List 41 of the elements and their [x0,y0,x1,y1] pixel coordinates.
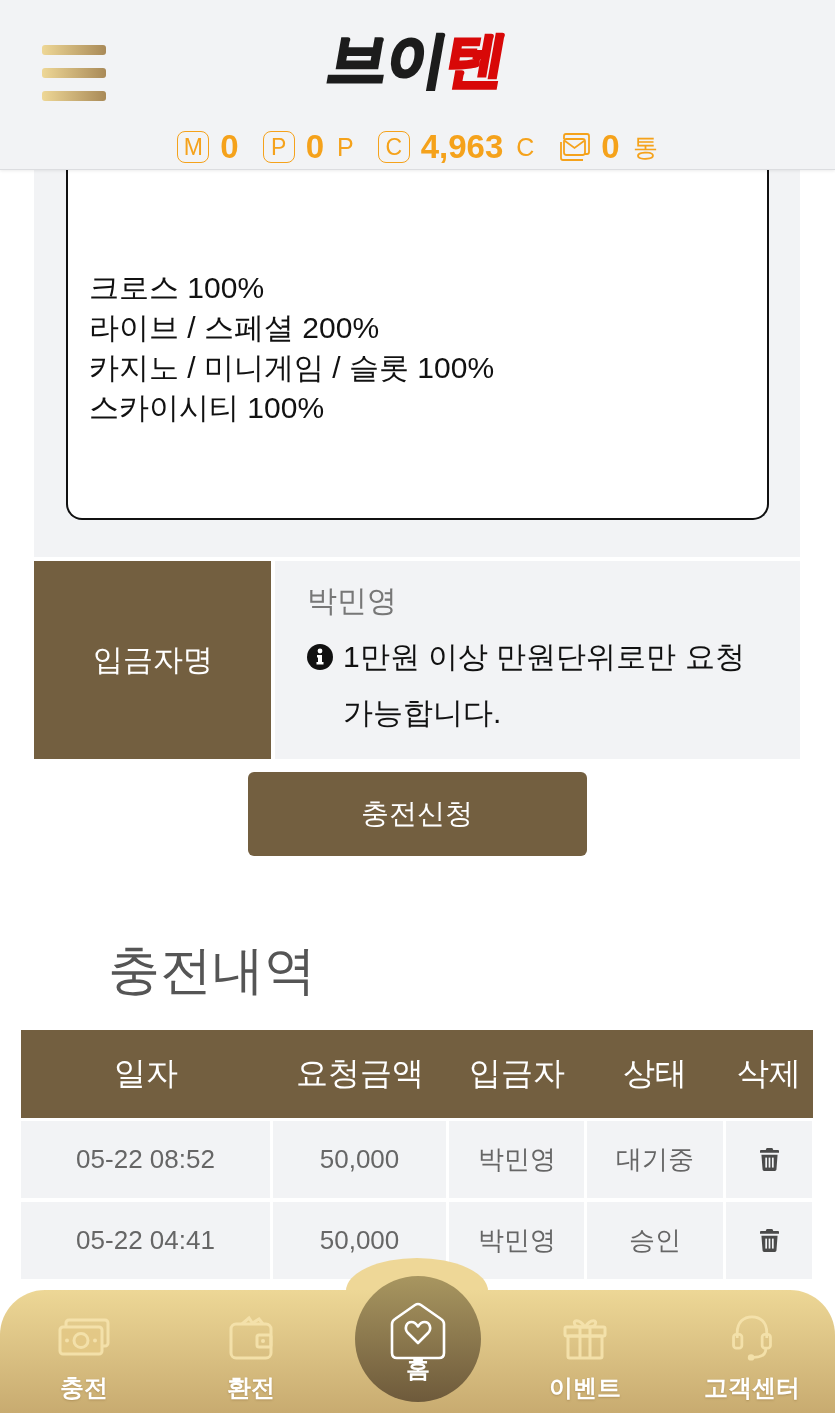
table-cell: 05-22 04:41 [21,1202,270,1279]
wallet-icon [228,1314,273,1362]
nav-tab[interactable]: 환전 [226,1290,275,1413]
nav-tab[interactable]: 충전 [57,1290,110,1413]
column-header: 요청금액 [294,1054,425,1093]
stat-unit: P [337,132,354,163]
table-cell: 박민영 [449,1121,584,1198]
table-cell: 50,000 [273,1121,446,1198]
nav-tab[interactable]: 고객센터 [703,1290,800,1413]
table-cell: 박민영 [449,1202,584,1279]
notice-text: 크로스 100% 라이브 / 스페셜 200% 카지노 / 미니게임 / 슬롯 100% 스카이시티 100% [89,270,495,426]
mail-icon [558,132,591,162]
column-header: 일자 [112,1054,179,1093]
brand-logo[interactable]: 브이텐 [319,28,516,92]
table-cell: 승인 [587,1202,723,1279]
field-label: 입금자명 [34,561,271,759]
table-cell: 05-22 08:52 [21,1121,270,1198]
column-header: 상태 [622,1054,688,1093]
trash-icon[interactable] [759,1148,779,1171]
stat-value: 0 [220,129,239,165]
depositor-name: 박민영 [307,583,397,619]
section-title: 충전내역 [108,940,316,1000]
trash-icon[interactable] [759,1229,779,1252]
column-header: 삭제 [736,1054,802,1093]
letter-badge: P [262,131,295,163]
column-header: 입금자 [467,1054,566,1093]
home-button[interactable]: 홈 [354,1276,481,1402]
letter-badge: C [377,131,410,163]
headset-icon [729,1314,774,1362]
info-icon [307,644,333,670]
menu-icon[interactable] [42,45,106,101]
table-cell: 대기중 [587,1121,723,1198]
hint-text: 1만원 이상 만원단위로만 요청 가능합니다. [343,639,746,731]
stat-value: 4,963 [420,129,504,165]
stat-value: 0 [601,129,620,165]
nav-tab[interactable]: 이벤트 [548,1290,621,1413]
letter-badge: M [177,131,210,163]
stat-unit: 통 [632,132,658,163]
submit-button[interactable]: 충전신청 [247,772,587,856]
stat-unit: C [516,132,535,163]
stat-value: 0 [305,129,324,165]
